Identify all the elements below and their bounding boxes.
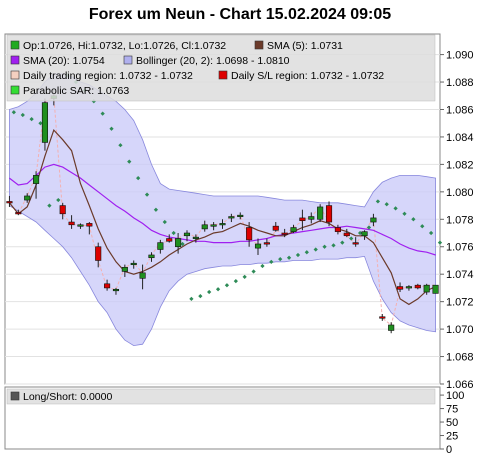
chart-title: Forex um Neun - Chart 15.02.2024 09:05 — [89, 6, 391, 23]
candle-body — [405, 286, 412, 289]
candle-body — [139, 272, 146, 279]
y-tick-label: 1.076 — [446, 242, 474, 254]
candle-body — [68, 221, 75, 226]
candle-body — [361, 231, 368, 237]
candle-body — [334, 227, 341, 232]
legend-swatch — [10, 40, 20, 50]
candle-body — [237, 214, 244, 217]
candle-body — [281, 232, 288, 235]
y-tick-label: 1.088 — [446, 77, 474, 89]
y-tick-label: 1.082 — [446, 159, 474, 171]
sub-legend-label: Long/Short: 0.0000 — [23, 391, 112, 403]
candle-body — [414, 284, 421, 289]
candle-body — [192, 236, 199, 239]
candle-body — [148, 254, 155, 259]
candle-body — [24, 195, 31, 201]
sub-y-tick-label: 50 — [446, 417, 458, 429]
candle-body — [272, 225, 279, 231]
candle-body — [6, 201, 13, 204]
candle-body — [95, 246, 102, 261]
candle-body — [396, 286, 404, 290]
y-tick-label: 1.084 — [446, 132, 474, 144]
candle-body — [15, 212, 22, 215]
main-panel: 1.0661.0681.0701.0721.0741.0761.0781.080… — [4, 33, 474, 391]
candle-body — [299, 217, 306, 221]
y-tick-label: 1.070 — [446, 324, 474, 336]
forex-chart: Forex um Neun - Chart 15.02.2024 09:05 1… — [4, 6, 474, 456]
legend-label: Daily trading region: 1.0732 - 1.0732 — [23, 70, 193, 82]
legend-swatch — [10, 55, 20, 65]
legend-label: Bollinger (20, 2): 1.0698 - 1.0810 — [136, 55, 290, 67]
legend-label: Parabolic SAR: 1.0763 — [23, 85, 129, 97]
candle-body — [77, 224, 84, 227]
legend-swatch — [218, 70, 228, 80]
candle-body — [263, 242, 270, 245]
candle-body — [254, 243, 262, 249]
candle-body — [130, 262, 137, 266]
sub-y-tick-label: 75 — [446, 404, 458, 416]
y-tick-label: 1.086 — [446, 104, 474, 116]
legend-swatch — [123, 55, 133, 65]
y-tick-label: 1.090 — [446, 50, 474, 62]
candle-body — [183, 232, 191, 237]
candle-body — [325, 205, 333, 223]
sub-panel: 025 5075 100 Long/Short: 0.0000 — [4, 386, 464, 456]
candle-body — [423, 284, 430, 293]
candle-body — [112, 288, 120, 292]
legend-label: SMA (20): 1.0754 — [23, 55, 105, 67]
sub-y-tick-label: 25 — [446, 431, 458, 443]
y-tick-label: 1.074 — [446, 269, 474, 281]
y-tick-label: 1.078 — [446, 214, 474, 226]
candle-body — [104, 283, 111, 289]
candle-body — [246, 227, 253, 241]
candle-body — [388, 324, 395, 331]
legend-label: Op:1.0726, Hi:1.0732, Lo:1.0726, Cl:1.07… — [23, 40, 226, 52]
candle-body — [41, 102, 49, 143]
candle-body — [379, 316, 386, 319]
candle-body — [166, 238, 173, 242]
candle-body — [219, 223, 226, 226]
candle-body — [290, 227, 297, 232]
candle-body — [343, 232, 350, 237]
candle-body — [370, 217, 377, 223]
y-tick-label: 1.068 — [446, 352, 474, 364]
legend-swatch — [10, 70, 20, 80]
y-tick-label: 1.080 — [446, 187, 474, 199]
sub-y-tick-label: 0 — [446, 444, 452, 456]
sub-y-tick-label: 100 — [446, 390, 464, 402]
candle-body — [157, 242, 164, 250]
legend-label: Daily S/L region: 1.0732 - 1.0732 — [231, 70, 384, 82]
candle-body — [201, 224, 208, 230]
candle-body — [308, 216, 315, 220]
candle-body — [121, 267, 128, 272]
candle-body — [210, 224, 217, 227]
candle-body — [33, 175, 40, 184]
candle-body — [432, 284, 439, 294]
legend-swatch — [254, 40, 264, 50]
candle-body — [175, 238, 182, 248]
legend-label: SMA (5): 1.0731 — [267, 40, 343, 52]
candle-body — [317, 206, 324, 220]
candle-body — [59, 205, 66, 215]
y-tick-label: 1.072 — [446, 297, 474, 309]
candle-body — [228, 216, 235, 219]
legend-swatch — [10, 85, 20, 95]
candle-body — [352, 242, 359, 245]
candle-body — [86, 223, 93, 227]
sub-legend-swatch — [10, 391, 20, 401]
